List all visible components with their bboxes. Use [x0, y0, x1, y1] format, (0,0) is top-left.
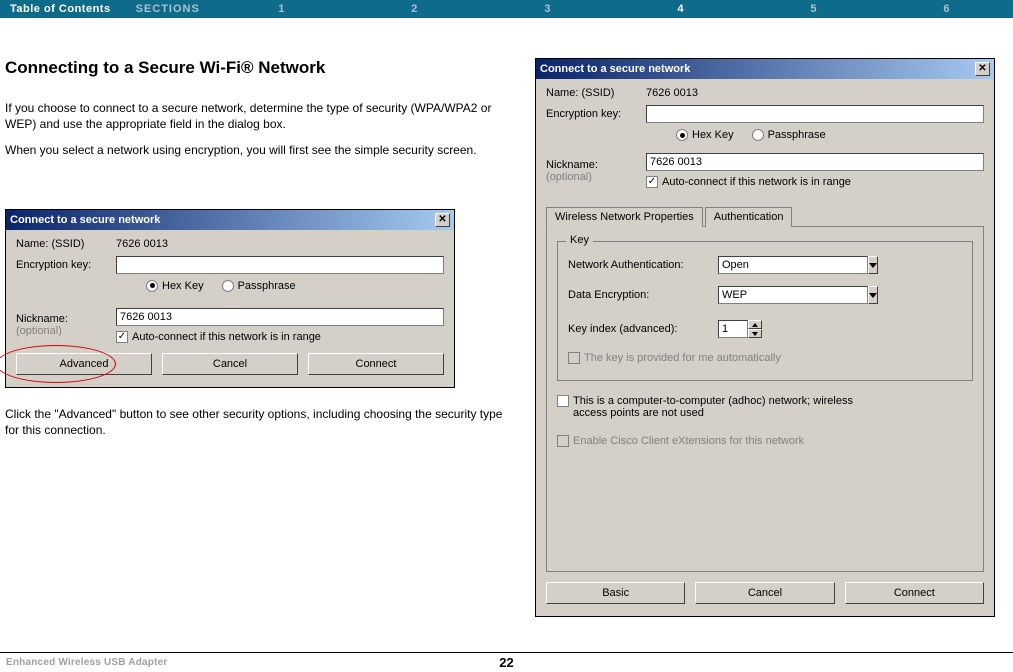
paragraph-1: If you choose to connect to a secure net…	[5, 100, 505, 132]
chevron-down-icon[interactable]	[868, 256, 878, 274]
hexkey-label: Hex Key	[692, 129, 734, 141]
cisco-checkbox	[557, 435, 569, 447]
page-title: Connecting to a Secure Wi-Fi® Network	[5, 58, 505, 78]
paragraph-2: When you select a network using encrypti…	[5, 142, 505, 158]
section-5[interactable]: 5	[747, 3, 880, 15]
tabstrip: Wireless Network Properties Authenticati…	[546, 206, 984, 227]
key-legend: Key	[566, 234, 593, 246]
nav-bar: Table of Contents SECTIONS 1 2 3 4 5 6	[0, 0, 1013, 18]
passphrase-label: Passphrase	[768, 129, 826, 141]
dataenc-combo[interactable]	[718, 286, 868, 304]
netauth-combo[interactable]	[718, 256, 868, 274]
adhoc-checkbox[interactable]	[557, 395, 569, 407]
nickname-input[interactable]	[646, 153, 984, 171]
optional-label: (optional)	[546, 171, 646, 183]
dialog-connect-advanced: Connect to a secure network ✕ Name: (SSI…	[535, 58, 995, 617]
encryption-label: Encryption key:	[16, 259, 116, 271]
section-6[interactable]: 6	[880, 3, 1013, 15]
footer: Enhanced Wireless USB Adapter 22	[0, 652, 1013, 672]
nickname-input[interactable]	[116, 308, 444, 326]
autoconnect-checkbox[interactable]	[116, 331, 128, 343]
advanced-button[interactable]: Advanced	[16, 353, 152, 375]
optional-label: (optional)	[16, 325, 116, 337]
tab-authentication[interactable]: Authentication	[705, 207, 793, 227]
nickname-label: Nickname:	[16, 313, 116, 325]
connect-button[interactable]: Connect	[845, 582, 984, 604]
passphrase-radio[interactable]: Passphrase	[222, 280, 296, 292]
name-value: 7626 0013	[116, 238, 444, 250]
section-1[interactable]: 1	[215, 3, 348, 15]
dataenc-label: Data Encryption:	[568, 289, 718, 301]
autoconnect-checkbox[interactable]	[646, 176, 658, 188]
close-icon[interactable]: ✕	[975, 62, 990, 76]
section-3[interactable]: 3	[481, 3, 614, 15]
hexkey-label: Hex Key	[162, 280, 204, 292]
chevron-down-icon[interactable]	[868, 286, 878, 304]
netauth-label: Network Authentication:	[568, 259, 718, 271]
autoconnect-label: Auto-connect if this network is in range	[662, 176, 851, 188]
name-label: Name: (SSID)	[16, 238, 116, 250]
passphrase-label: Passphrase	[238, 280, 296, 292]
section-4[interactable]: 4	[614, 3, 747, 15]
dialog-title: Connect to a secure network	[540, 63, 690, 75]
page-number: 22	[499, 655, 513, 670]
key-groupbox: Key Network Authentication: Data Encrypt…	[557, 241, 973, 381]
cisco-label: Enable Cisco Client eXtensions for this …	[573, 435, 804, 447]
toc-link[interactable]: Table of Contents	[0, 3, 121, 15]
dialog-connect-simple: Connect to a secure network ✕ Name: (SSI…	[5, 209, 455, 388]
encryption-input[interactable]	[116, 256, 444, 274]
keyidx-input[interactable]	[718, 320, 748, 338]
dialog-title: Connect to a secure network	[10, 214, 160, 226]
keyidx-label: Key index (advanced):	[568, 323, 718, 335]
passphrase-radio[interactable]: Passphrase	[752, 129, 826, 141]
titlebar: Connect to a secure network ✕	[536, 59, 994, 79]
keyauto-label: The key is provided for me automatically	[584, 352, 781, 364]
spin-up-icon[interactable]	[748, 320, 762, 329]
hexkey-radio[interactable]: Hex Key	[676, 129, 734, 141]
titlebar: Connect to a secure network ✕	[6, 210, 454, 230]
section-2[interactable]: 2	[348, 3, 481, 15]
nickname-label: Nickname:	[546, 159, 646, 171]
tab-wireless-properties[interactable]: Wireless Network Properties	[546, 207, 703, 227]
cancel-button[interactable]: Cancel	[162, 353, 298, 375]
keyauto-checkbox	[568, 352, 580, 364]
hexkey-radio[interactable]: Hex Key	[146, 280, 204, 292]
name-label: Name: (SSID)	[546, 87, 646, 99]
cancel-button[interactable]: Cancel	[695, 582, 834, 604]
adhoc-label: This is a computer-to-computer (adhoc) n…	[573, 395, 853, 419]
encryption-label: Encryption key:	[546, 108, 646, 120]
paragraph-3: Click the "Advanced" button to see other…	[5, 406, 505, 438]
basic-button[interactable]: Basic	[546, 582, 685, 604]
connect-button[interactable]: Connect	[308, 353, 444, 375]
encryption-input[interactable]	[646, 105, 984, 123]
spin-down-icon[interactable]	[748, 329, 762, 338]
sections-label: SECTIONS	[121, 3, 215, 15]
close-icon[interactable]: ✕	[435, 213, 450, 227]
product-name: Enhanced Wireless USB Adapter	[6, 657, 168, 668]
autoconnect-label: Auto-connect if this network is in range	[132, 331, 321, 343]
name-value: 7626 0013	[646, 87, 984, 99]
